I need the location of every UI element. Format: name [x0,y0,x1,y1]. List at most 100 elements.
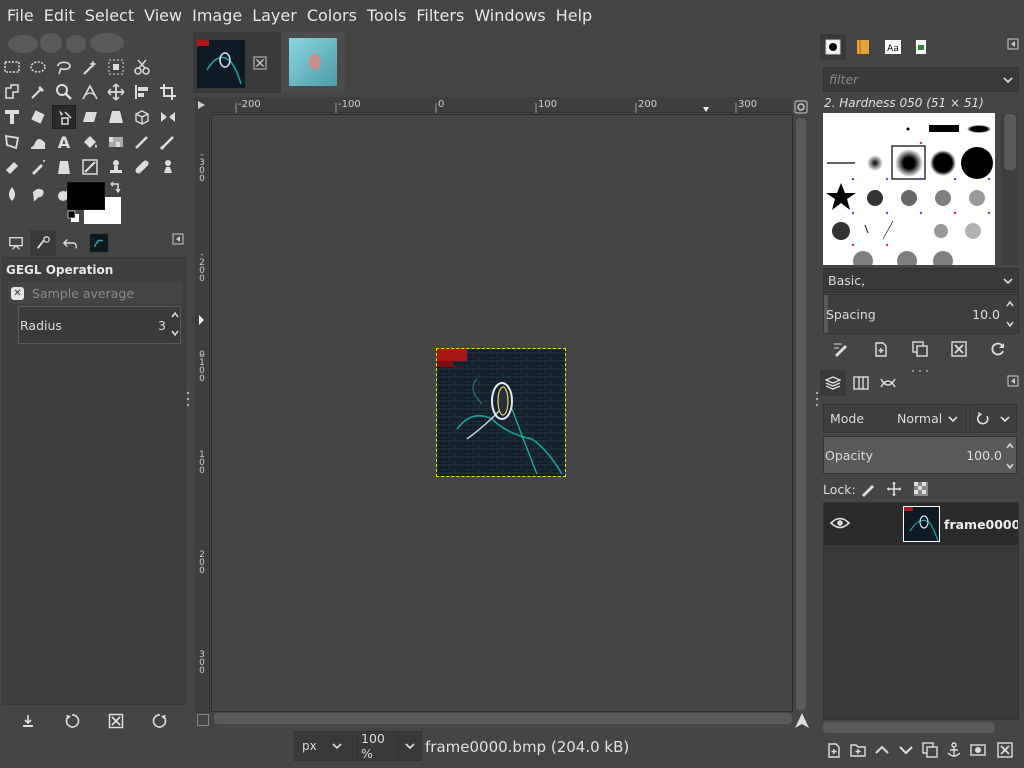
menu-colors[interactable]: Colors [302,0,362,31]
tab-menu-icon[interactable] [172,233,184,245]
refresh-brushes-icon[interactable] [987,338,1009,360]
gradient-icon[interactable] [104,130,128,154]
ink-icon[interactable] [52,155,76,179]
layers-tab-icon[interactable] [820,370,846,396]
new-layer-icon[interactable] [823,739,845,761]
flip-icon[interactable] [156,105,180,129]
brush-tag-select[interactable]: Basic, [823,268,1019,293]
menu-layer[interactable]: Layer [247,0,302,31]
blur-icon[interactable] [0,182,24,206]
opacity-decrement-icon[interactable] [1005,460,1015,474]
lasso-icon[interactable] [52,55,76,79]
fuzzy-select-icon[interactable] [78,55,102,79]
horizontal-scrollbar[interactable] [214,713,792,724]
scissors-icon[interactable] [130,55,154,79]
images-tab-icon[interactable] [86,230,112,256]
paintbrush-icon[interactable] [156,130,180,154]
undo-history-tab-icon[interactable] [57,230,83,256]
menu-file[interactable]: File [2,0,39,31]
raise-layer-icon[interactable] [871,739,893,761]
gegl-operation-icon[interactable] [52,105,76,129]
tool-options-tab-icon[interactable] [30,230,56,256]
brush-grid[interactable] [823,113,995,265]
reset-options-icon[interactable] [148,709,172,733]
delete-options-icon[interactable] [104,709,128,733]
image-layer-content[interactable] [436,348,566,477]
delete-layer-icon[interactable] [994,739,1016,761]
layer-mask-icon[interactable] [967,739,989,761]
perspective-clone-icon[interactable] [156,155,180,179]
chevron-down-icon[interactable] [1002,74,1014,89]
zoom-icon[interactable] [52,80,76,104]
clone-icon[interactable] [104,155,128,179]
anchor-layer-icon[interactable] [943,739,965,761]
horizontal-ruler[interactable]: -200 -100 0 100 200 300 [210,97,792,113]
vertical-scrollbar[interactable] [796,118,806,710]
layers-horizontal-scrollbar[interactable] [823,722,995,733]
menu-view[interactable]: View [139,0,187,31]
duplicate-layer-icon[interactable] [919,739,941,761]
menu-filters[interactable]: Filters [411,0,469,31]
mypaint-brush-icon[interactable] [78,155,102,179]
ellipse-select-icon[interactable] [26,55,50,79]
eye-icon[interactable] [829,516,851,533]
fonts-tab-icon[interactable]: Aa [880,34,906,60]
chevron-down-icon[interactable] [947,413,959,428]
spacing-decrement-icon[interactable] [1005,318,1015,332]
layer-opacity-value[interactable]: 100.0 [950,448,1002,463]
rect-select-icon[interactable] [0,55,24,79]
rotate-icon[interactable] [26,105,50,129]
lock-alpha-icon[interactable] [913,481,929,500]
default-colors-icon[interactable] [67,210,81,224]
swap-colors-icon[interactable] [108,181,122,195]
document-history-tab-icon[interactable] [908,34,934,60]
close-tab-icon[interactable] [253,56,267,73]
paths-tab-icon[interactable] [875,370,901,396]
foreground-select-icon[interactable] [0,80,24,104]
heal-icon[interactable] [130,155,154,179]
text-icon[interactable]: A [52,130,76,154]
device-status-tab-icon[interactable] [3,230,29,256]
chevron-down-icon[interactable] [1002,275,1014,290]
dock-separator-handle[interactable] [910,362,930,372]
foreground-color-swatch[interactable] [67,182,105,210]
delete-brush-icon[interactable] [948,338,970,360]
menu-help[interactable]: Help [551,0,597,31]
menu-select[interactable]: Select [80,0,139,31]
tab-menu-icon[interactable] [1007,375,1019,390]
brush-grid-scroll-thumb[interactable] [1004,114,1016,170]
new-layer-group-icon[interactable] [847,739,869,761]
unit-select[interactable]: px [294,731,354,761]
cage-transform-icon[interactable] [0,130,24,154]
crop-icon[interactable] [156,80,180,104]
tab-menu-icon[interactable] [1007,38,1019,53]
brush-filter-input[interactable]: filter [823,67,1019,92]
zoom-input[interactable]: 100 % [355,731,399,761]
zoom-dropdown[interactable] [398,731,422,761]
lower-layer-icon[interactable] [895,739,917,761]
image-tab-active[interactable] [193,32,281,93]
vertical-ruler[interactable]: -300 -200 -100 0 100 200 300 [195,113,210,713]
panel-resize-handle[interactable] [186,390,190,411]
move-icon[interactable] [104,80,128,104]
align-icon[interactable] [130,80,154,104]
save-options-icon[interactable] [16,709,40,733]
paths-icon[interactable] [26,80,50,104]
menu-image[interactable]: Image [187,0,247,31]
warp-transform-icon[interactable] [26,130,50,154]
menu-edit[interactable]: Edit [39,0,80,31]
select-by-color-icon[interactable] [104,55,128,79]
3d-transform-icon[interactable] [130,105,154,129]
lock-position-icon[interactable] [886,481,902,500]
restore-options-icon[interactable] [60,709,84,733]
spacing-increment-icon[interactable] [1005,298,1015,312]
quick-mask-icon[interactable] [197,714,209,726]
menu-windows[interactable]: Windows [469,0,550,31]
unified-transform-icon[interactable] [0,105,24,129]
duplicate-brush-icon[interactable] [909,338,931,360]
spacing-value[interactable]: 10.0 [960,307,1000,322]
radius-decrement-icon[interactable] [170,327,180,341]
patterns-tab-icon[interactable] [850,34,876,60]
new-brush-icon[interactable] [870,338,892,360]
menu-tools[interactable]: Tools [362,0,411,31]
